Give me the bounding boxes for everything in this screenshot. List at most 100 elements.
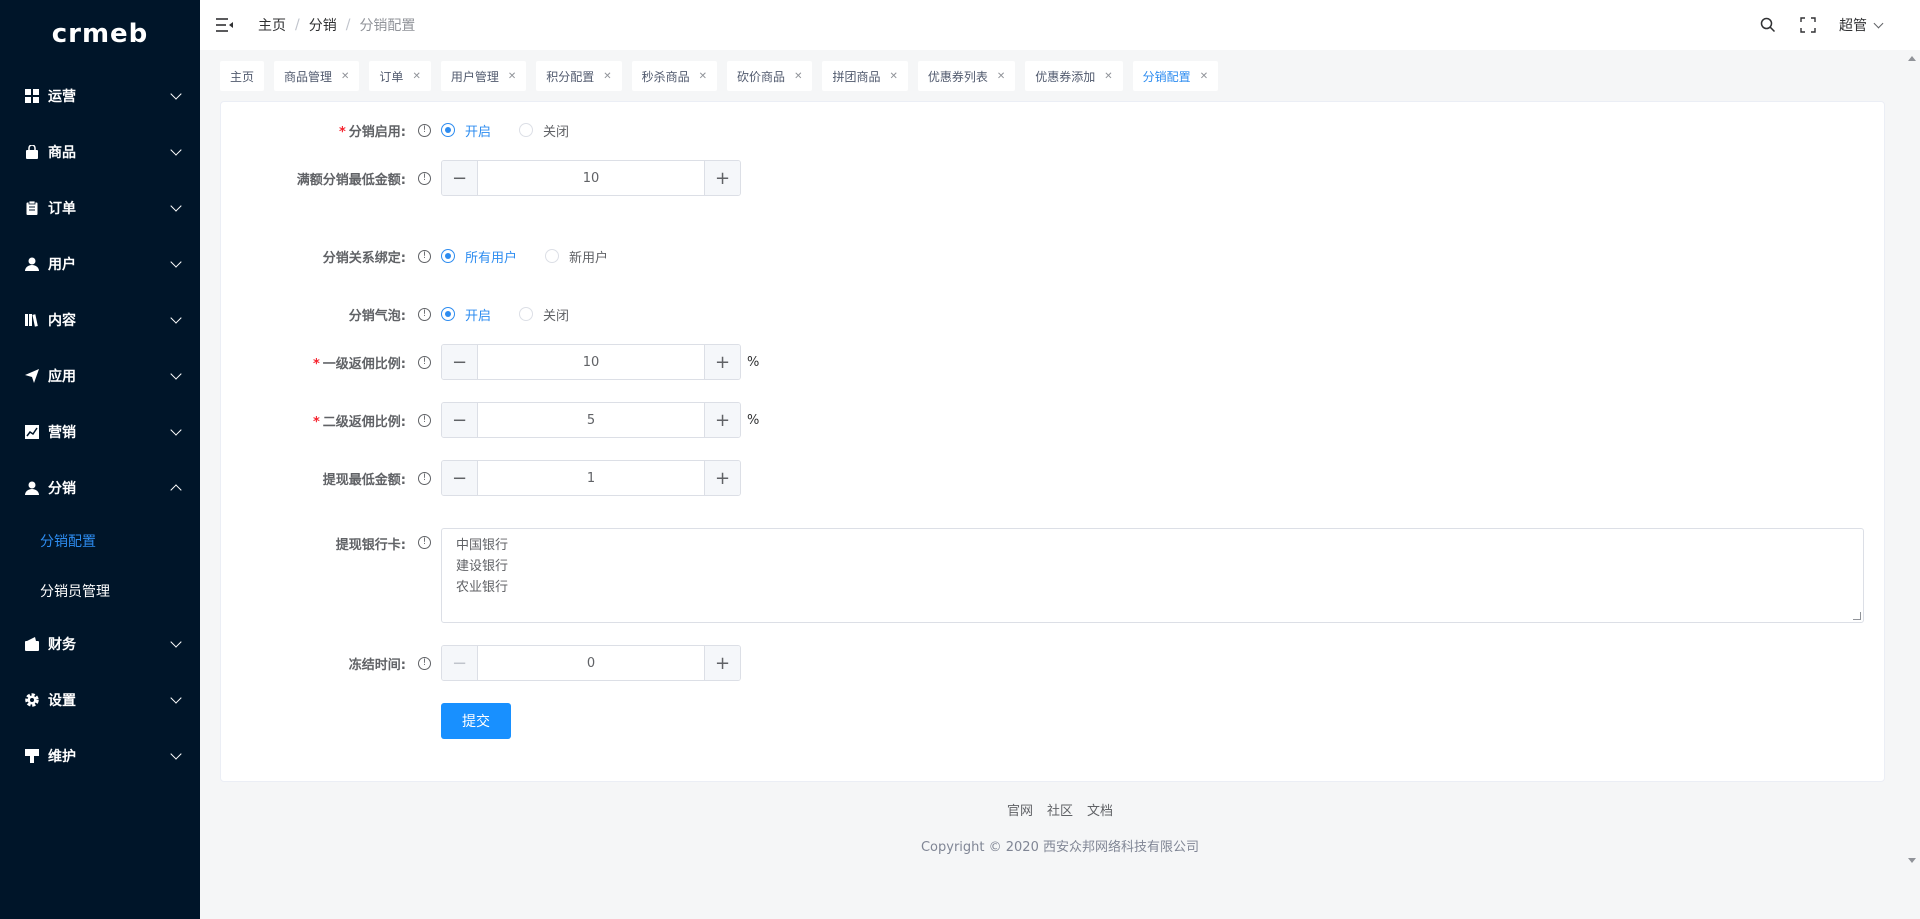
footer-link-community[interactable]: 社区: [1047, 800, 1073, 819]
radio-binding-all[interactable]: 所有用户: [441, 247, 517, 266]
resize-handle[interactable]: [1853, 612, 1861, 620]
info-icon[interactable]: !: [418, 171, 431, 185]
sidebar-item-maintenance[interactable]: 维护: [0, 728, 200, 784]
form-label: 分销气泡:: [348, 308, 406, 324]
decrement-button[interactable]: −: [442, 461, 478, 495]
tab-label: 用户管理: [450, 69, 499, 84]
min-amount-input[interactable]: 10: [478, 161, 704, 195]
tab-flash-sale[interactable]: 秒杀商品 ✕: [631, 61, 718, 91]
footer-link-docs[interactable]: 文档: [1087, 800, 1113, 819]
form-label: * 二级返佣比例:: [312, 414, 406, 430]
user-menu[interactable]: 超管: [1839, 15, 1884, 35]
username: 超管: [1839, 18, 1867, 34]
info-icon[interactable]: !: [418, 471, 431, 485]
decrement-button[interactable]: −: [442, 646, 478, 680]
decrement-button[interactable]: −: [442, 403, 478, 437]
breadcrumb: 主页 / 分销 / 分销配置: [258, 15, 415, 35]
tool-icon: [24, 748, 40, 764]
close-icon[interactable]: ✕: [412, 71, 420, 82]
config-form-card: * 分销启用: ! 开启 关闭 满额分销最低金额: ! − 10 + 分销关系绑定…: [220, 101, 1885, 782]
close-icon[interactable]: ✕: [508, 71, 516, 82]
menu-collapse-icon[interactable]: [216, 17, 234, 33]
radio-binding-new[interactable]: 新用户: [545, 247, 608, 266]
close-icon[interactable]: ✕: [341, 71, 349, 82]
bank-cards-textarea[interactable]: 中国银行 建设银行 农业银行: [441, 528, 1864, 623]
close-icon[interactable]: ✕: [1104, 71, 1112, 82]
form-row-enable: * 分销启用: ! 开启 关闭: [221, 120, 1884, 140]
sidebar-item-label: 商品: [48, 145, 76, 161]
tab-user-management[interactable]: 用户管理 ✕: [440, 61, 527, 91]
sidebar-item-apps[interactable]: 应用: [0, 348, 200, 404]
info-icon[interactable]: !: [418, 413, 431, 427]
scroll-down-icon[interactable]: [1908, 858, 1916, 863]
sidebar-item-distribution[interactable]: 分销: [0, 460, 200, 516]
chevron-down-icon: [170, 368, 182, 380]
increment-button[interactable]: +: [704, 403, 740, 437]
submenu-item-distribution-config[interactable]: 分销配置: [0, 516, 200, 566]
tab-distribution-config[interactable]: 分销配置 ✕: [1132, 61, 1219, 91]
info-icon[interactable]: !: [418, 656, 431, 670]
info-icon[interactable]: !: [418, 536, 431, 549]
withdraw-min-input[interactable]: 1: [478, 461, 704, 495]
sidebar-item-operations[interactable]: 运营: [0, 68, 200, 124]
sidebar-item-users[interactable]: 用户: [0, 236, 200, 292]
tab-product-management[interactable]: 商品管理 ✕: [274, 61, 360, 91]
scrollbar[interactable]: [1903, 50, 1920, 869]
info-icon[interactable]: !: [418, 123, 431, 137]
info-icon[interactable]: !: [418, 307, 431, 321]
sidebar-item-orders[interactable]: 订单: [0, 180, 200, 236]
sidebar-item-content[interactable]: 内容: [0, 292, 200, 348]
close-icon[interactable]: ✕: [699, 71, 707, 82]
tab-coupon-list[interactable]: 优惠券列表 ✕: [917, 61, 1016, 91]
breadcrumb-home[interactable]: 主页: [258, 15, 286, 35]
sidebar-item-marketing[interactable]: 营销: [0, 404, 200, 460]
close-icon[interactable]: ✕: [889, 71, 897, 82]
increment-button[interactable]: +: [704, 345, 740, 379]
increment-button[interactable]: +: [704, 461, 740, 495]
tab-coupon-add[interactable]: 优惠券添加 ✕: [1025, 61, 1123, 91]
radio-bubble-on[interactable]: 开启: [441, 305, 491, 324]
info-icon[interactable]: !: [418, 249, 431, 263]
tab-bargain[interactable]: 砍价商品 ✕: [727, 61, 813, 91]
unit-label: %: [747, 412, 760, 428]
close-icon[interactable]: ✕: [1200, 71, 1208, 82]
breadcrumb-distribution[interactable]: 分销: [309, 15, 337, 35]
increment-button[interactable]: +: [704, 161, 740, 195]
sidebar-item-finance[interactable]: 财务: [0, 616, 200, 672]
level1-input[interactable]: 10: [478, 345, 704, 379]
tab-label: 优惠券列表: [927, 69, 988, 84]
submit-button[interactable]: 提交: [441, 703, 511, 739]
decrement-button[interactable]: −: [442, 345, 478, 379]
tab-group-buy[interactable]: 拼团商品 ✕: [822, 61, 908, 91]
radio-bubble-off[interactable]: 关闭: [519, 305, 569, 324]
freeze-stepper: − 0 +: [441, 645, 741, 681]
submenu-item-distributor-management[interactable]: 分销员管理: [0, 566, 200, 616]
sidebar-item-settings[interactable]: 设置: [0, 672, 200, 728]
search-icon[interactable]: [1759, 16, 1777, 34]
radio-enable-on[interactable]: 开启: [441, 121, 491, 140]
increment-button[interactable]: +: [704, 646, 740, 680]
radio-enable-off[interactable]: 关闭: [519, 121, 569, 140]
logo[interactable]: crmeb: [0, 0, 200, 68]
scroll-up-icon[interactable]: [1908, 56, 1916, 61]
radio-dot: [441, 307, 455, 321]
info-icon[interactable]: !: [418, 355, 431, 369]
tab-home[interactable]: 主页: [220, 61, 265, 91]
close-icon[interactable]: ✕: [603, 71, 611, 82]
close-icon[interactable]: ✕: [997, 71, 1005, 82]
level2-input[interactable]: 5: [478, 403, 704, 437]
tab-orders[interactable]: 订单 ✕: [369, 61, 431, 91]
chevron-down-icon: [170, 692, 182, 704]
book-icon: [24, 312, 40, 328]
sidebar-item-products[interactable]: 商品: [0, 124, 200, 180]
tab-label: 积分配置: [546, 69, 595, 84]
decrement-button[interactable]: −: [442, 161, 478, 195]
freeze-input[interactable]: 0: [478, 646, 704, 680]
close-icon[interactable]: ✕: [794, 71, 802, 82]
tab-points-config[interactable]: 积分配置 ✕: [536, 61, 622, 91]
fullscreen-icon[interactable]: [1799, 16, 1817, 34]
grid-icon: [24, 88, 40, 104]
form-label: 冻结时间:: [348, 657, 406, 673]
send-icon: [24, 368, 40, 384]
footer-link-official[interactable]: 官网: [1007, 800, 1033, 819]
